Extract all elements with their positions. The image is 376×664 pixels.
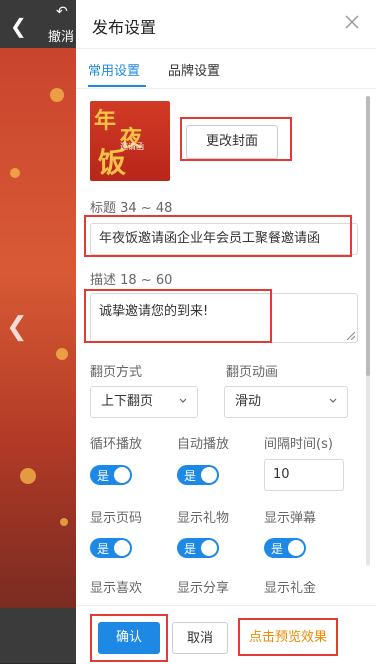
- undo-button[interactable]: 撤消: [48, 26, 74, 45]
- interval-input[interactable]: 10: [264, 459, 344, 491]
- title-label: 标题 34 ~ 48: [90, 201, 173, 216]
- close-icon[interactable]: [342, 12, 362, 32]
- highlight-box: [180, 117, 292, 161]
- show-gift-label: 显示礼物: [177, 511, 230, 526]
- cover-thumbnail: 年 夜 饭 邀请函: [90, 101, 170, 181]
- page-turn-animation-label: 翻页动画: [226, 365, 279, 380]
- settings-tabs: 常用设置 品牌设置: [76, 48, 376, 89]
- scrollbar-thumb[interactable]: [366, 96, 370, 376]
- description-label: 描述 18 ~ 60: [90, 273, 173, 288]
- page-turn-mode-label: 翻页方式: [90, 365, 143, 380]
- toggle-knob: [114, 540, 130, 556]
- toggle-on-label: 是: [97, 542, 110, 556]
- loop-play-toggle[interactable]: 是: [90, 465, 132, 485]
- back-icon[interactable]: ❮: [10, 14, 27, 38]
- autoplay-label: 自动播放: [177, 437, 230, 452]
- editor-bottom-bar: [0, 608, 80, 663]
- highlight-box: [238, 618, 338, 656]
- autoplay-toggle[interactable]: 是: [177, 465, 219, 485]
- toggle-knob: [201, 540, 217, 556]
- active-tab-indicator: [88, 85, 146, 87]
- highlight-box: [84, 215, 352, 257]
- toggle-knob: [201, 467, 217, 483]
- highlight-box: [90, 614, 168, 662]
- show-gift-money-label: 显示礼金: [264, 581, 317, 593]
- panel-title: 发布设置: [92, 18, 157, 37]
- highlight-box: [84, 289, 272, 343]
- show-share-label: 显示分享: [177, 581, 230, 593]
- show-like-label: 显示喜欢: [90, 581, 143, 593]
- toggle-on-label: 是: [184, 542, 197, 556]
- scrollbar[interactable]: [366, 96, 370, 566]
- settings-scroll-area[interactable]: 年 夜 饭 邀请函 更改封面 标题 34 ~ 48 年夜饭邀请函企业年会员工聚餐…: [76, 89, 376, 593]
- cover-art-subtitle: 邀请函: [120, 142, 144, 151]
- panel-footer: 确认 取消 点击预览效果: [76, 605, 376, 664]
- show-danmaku-toggle[interactable]: 是: [264, 538, 306, 558]
- publish-settings-panel: 发布设置 常用设置 品牌设置 年 夜 饭 邀请函 更改封面 标题 34 ~ 48…: [76, 0, 376, 664]
- cover-art-char: 年: [94, 108, 117, 134]
- page-turn-mode-select[interactable]: 上下翻页: [90, 386, 198, 418]
- cancel-button[interactable]: 取消: [172, 622, 228, 654]
- toggle-on-label: 是: [97, 469, 110, 483]
- toggle-on-label: 是: [271, 542, 284, 556]
- tab-brand-settings[interactable]: 品牌设置: [168, 60, 220, 79]
- prev-page-icon[interactable]: ❮: [6, 312, 28, 342]
- chevron-down-icon: [329, 398, 337, 403]
- show-page-number-toggle[interactable]: 是: [90, 538, 132, 558]
- page-turn-animation-select[interactable]: 滑动: [224, 386, 348, 418]
- page-turn-mode-value: 上下翻页: [101, 394, 154, 409]
- undo-icon[interactable]: ↶: [56, 4, 68, 20]
- loop-play-label: 循环播放: [90, 437, 143, 452]
- toggle-on-label: 是: [184, 469, 197, 483]
- chevron-down-icon: [179, 398, 187, 403]
- interval-label: 间隔时间(s): [264, 437, 333, 452]
- show-danmaku-label: 显示弹幕: [264, 511, 317, 526]
- show-page-number-label: 显示页码: [90, 511, 143, 526]
- resize-handle-icon[interactable]: [345, 330, 355, 340]
- toggle-knob: [114, 467, 130, 483]
- show-gift-toggle[interactable]: 是: [177, 538, 219, 558]
- panel-header: 发布设置: [76, 0, 376, 49]
- tab-common-settings[interactable]: 常用设置: [88, 60, 140, 79]
- toggle-knob: [288, 540, 304, 556]
- page-turn-animation-value: 滑动: [235, 394, 262, 409]
